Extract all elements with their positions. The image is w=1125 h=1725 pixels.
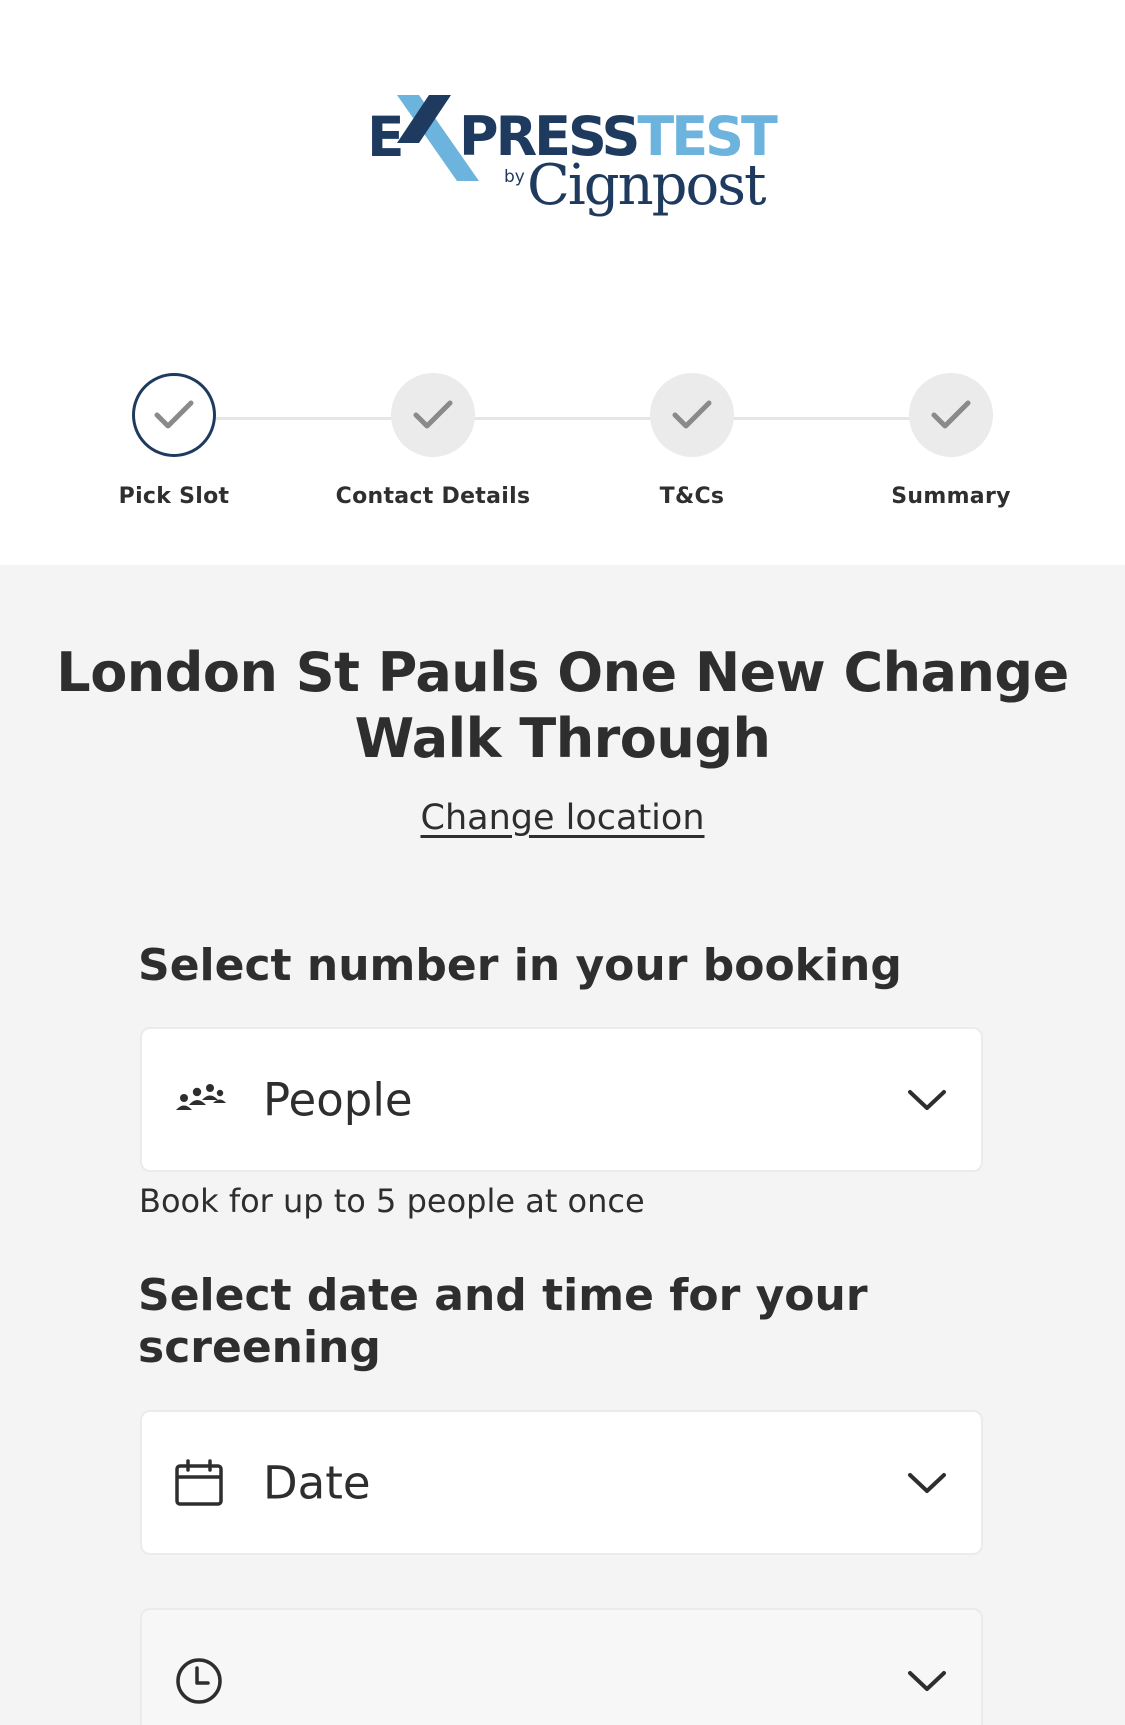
step-label: T&Cs bbox=[659, 484, 725, 509]
step-label: Summary bbox=[891, 484, 1011, 509]
check-icon bbox=[154, 400, 194, 429]
step-label: Pick Slot bbox=[118, 484, 230, 509]
clock-icon bbox=[176, 1657, 222, 1704]
step-contact-details[interactable]: Contact Details bbox=[303, 373, 563, 509]
change-location-wrapper: Change location bbox=[0, 798, 1125, 838]
booking-helper-text: Book for up to 5 people at once bbox=[139, 1182, 645, 1220]
chevron-down-icon bbox=[908, 1472, 946, 1493]
date-dropdown-value: Date bbox=[263, 1456, 371, 1509]
step-summary[interactable]: Summary bbox=[821, 373, 1081, 509]
people-dropdown[interactable]: People bbox=[140, 1027, 983, 1172]
time-dropdown[interactable] bbox=[140, 1608, 983, 1725]
logo-by: by bbox=[504, 167, 525, 187]
people-dropdown-value: People bbox=[263, 1073, 413, 1126]
step-tcs[interactable]: T&Cs bbox=[562, 373, 822, 509]
check-icon bbox=[931, 400, 971, 429]
check-icon bbox=[672, 400, 712, 429]
location-title: London St Pauls One New Change Walk Thro… bbox=[56, 641, 1069, 770]
step-indicator bbox=[391, 373, 475, 457]
check-icon bbox=[413, 400, 453, 429]
calendar-icon bbox=[175, 1458, 223, 1506]
chevron-down-icon bbox=[908, 1670, 946, 1691]
date-dropdown[interactable]: Date bbox=[140, 1410, 983, 1555]
step-pick-slot[interactable]: Pick Slot bbox=[44, 373, 304, 509]
booking-page: E PRESSTEST by Cignpost Pick Slot Contac… bbox=[0, 0, 1125, 1725]
step-indicator bbox=[650, 373, 734, 457]
people-icon bbox=[176, 1083, 226, 1110]
change-location-link[interactable]: Change location bbox=[421, 798, 705, 838]
booking-count-heading: Select number in your booking bbox=[138, 940, 902, 991]
logo-cignpost: Cignpost bbox=[527, 153, 766, 218]
expresstest-logo: E PRESSTEST by Cignpost bbox=[367, 93, 778, 233]
logo-e: E bbox=[367, 105, 405, 169]
chevron-down-icon bbox=[908, 1089, 946, 1110]
header: E PRESSTEST by Cignpost Pick Slot Contac… bbox=[0, 0, 1125, 565]
screening-heading: Select date and time for your screening bbox=[138, 1270, 868, 1373]
step-indicator bbox=[132, 373, 216, 457]
step-indicator bbox=[909, 373, 993, 457]
step-label: Contact Details bbox=[335, 484, 531, 509]
